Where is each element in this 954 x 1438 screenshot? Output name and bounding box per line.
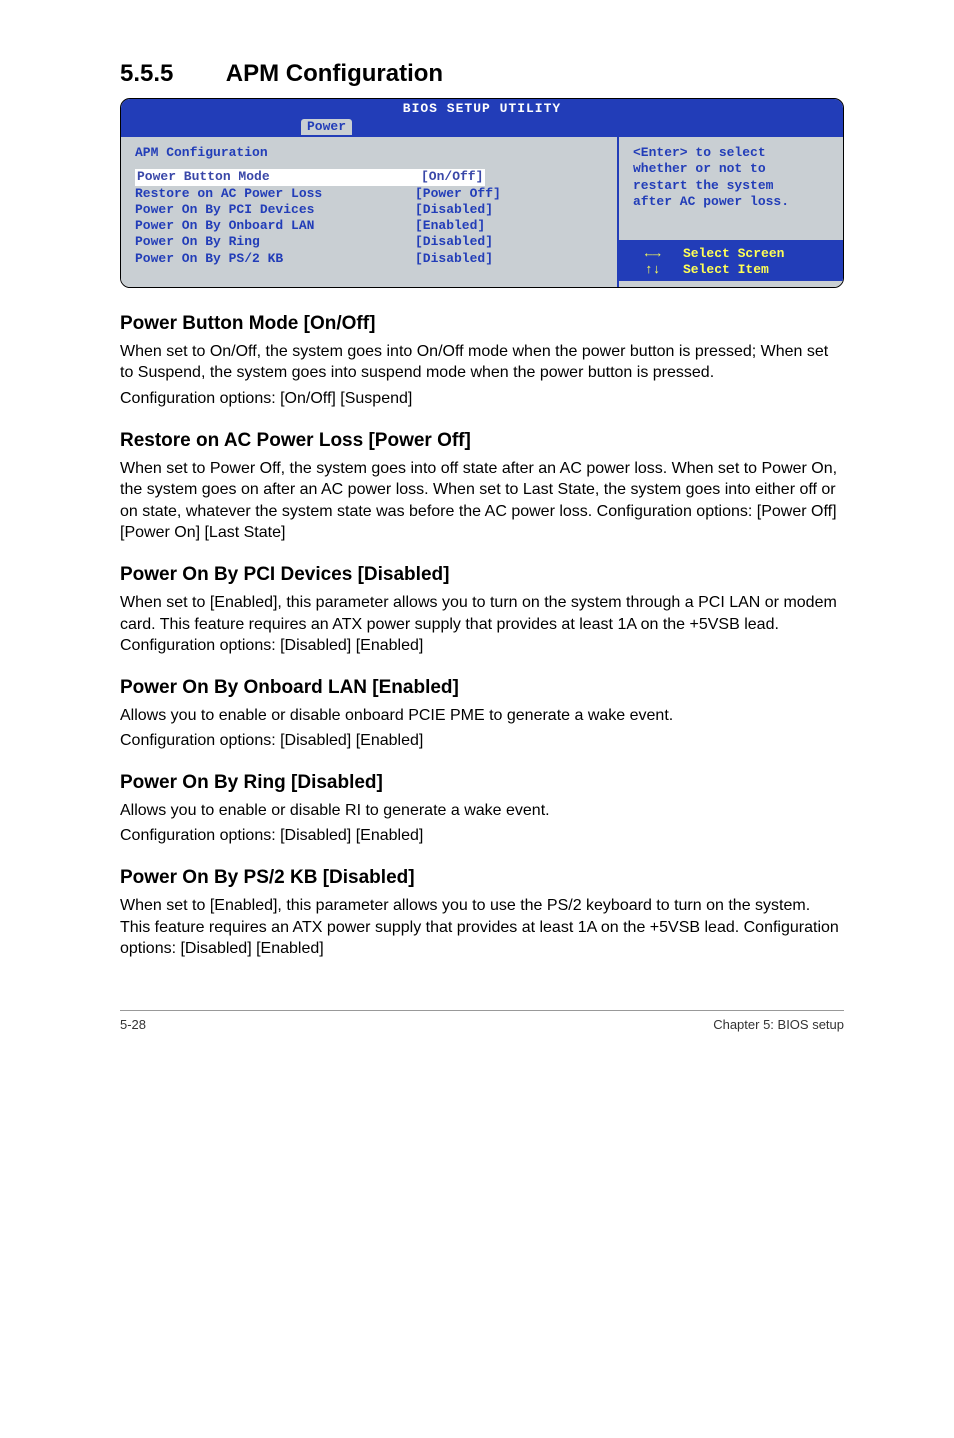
bios-setting-value: [Enabled] — [415, 218, 485, 234]
bios-setting-row: Power On By Onboard LAN[Enabled] — [135, 218, 603, 234]
option-paragraph: Allows you to enable or disable onboard … — [120, 705, 844, 727]
option-paragraph: When set to [Enabled], this parameter al… — [120, 592, 844, 657]
bios-title-bar: BIOS SETUP UTILITY — [121, 99, 843, 119]
bios-setting-label: Power On By PCI Devices — [135, 202, 415, 218]
option-block: Power Button Mode [On/Off] When set to On… — [120, 313, 844, 410]
option-block: Power On By PCI Devices [Disabled] When s… — [120, 564, 844, 657]
option-heading: Power Button Mode [On/Off] — [120, 313, 844, 335]
option-paragraph: Configuration options: [Disabled] [Enabl… — [120, 730, 844, 752]
option-block: Power On By Ring [Disabled] Allows you to… — [120, 772, 844, 847]
bios-active-tab: Power — [301, 119, 352, 135]
page-footer: 5-28 Chapter 5: BIOS setup — [120, 1010, 844, 1032]
bios-setting-label: Power On By Onboard LAN — [135, 218, 415, 234]
bios-setting-label: Power On By PS/2 KB — [135, 251, 415, 267]
option-block: Power On By PS/2 KB [Disabled] When set t… — [120, 867, 844, 960]
option-block: Power On By Onboard LAN [Enabled] Allows … — [120, 677, 844, 752]
option-heading: Power On By Ring [Disabled] — [120, 772, 844, 794]
bios-setting-value: [On/Off] — [419, 169, 485, 185]
arrow-up-down-icon: ↑↓ — [627, 262, 683, 278]
option-paragraph: When set to Power Off, the system goes i… — [120, 458, 844, 544]
bios-help-panel: <Enter> to select whether or not to rest… — [617, 137, 843, 287]
option-paragraph: When set to [Enabled], this parameter al… — [120, 895, 844, 960]
bios-screenshot: BIOS SETUP UTILITY Power APM Configurati… — [120, 98, 844, 288]
section-title: APM Configuration — [226, 60, 443, 87]
bios-key-legend: ←→ Select Screen ↑↓ Select Item — [619, 240, 843, 281]
page-number: 5-28 — [120, 1017, 146, 1032]
bios-help-line: whether or not to — [633, 161, 833, 177]
key-label: Select Screen — [683, 246, 784, 262]
option-heading: Power On By PCI Devices [Disabled] — [120, 564, 844, 586]
bios-setting-row: Power Button Mode[On/Off] — [135, 169, 603, 185]
chapter-title: Chapter 5: BIOS setup — [713, 1017, 844, 1032]
bios-setting-row: Power On By PS/2 KB[Disabled] — [135, 251, 603, 267]
bios-panel-title: APM Configuration — [135, 145, 603, 161]
bios-help-line: restart the system — [633, 178, 833, 194]
option-heading: Power On By PS/2 KB [Disabled] — [120, 867, 844, 889]
bios-help-line: <Enter> to select — [633, 145, 833, 161]
option-heading: Power On By Onboard LAN [Enabled] — [120, 677, 844, 699]
option-paragraph: When set to On/Off, the system goes into… — [120, 341, 844, 384]
bios-tab-row: Power — [121, 119, 843, 137]
section-heading: 5.5.5 APM Configuration — [120, 60, 844, 88]
bios-setting-row: Power On By Ring[Disabled] — [135, 234, 603, 250]
bios-settings-panel: APM Configuration Power Button Mode[On/O… — [121, 137, 617, 287]
bios-setting-row: Restore on AC Power Loss[Power Off] — [135, 186, 603, 202]
option-paragraph: Configuration options: [On/Off] [Suspend… — [120, 388, 844, 410]
option-block: Restore on AC Power Loss [Power Off] When… — [120, 430, 844, 544]
option-paragraph: Allows you to enable or disable RI to ge… — [120, 800, 844, 822]
bios-setting-label: Restore on AC Power Loss — [135, 186, 415, 202]
bios-help-line: after AC power loss. — [633, 194, 833, 210]
bios-setting-value: [Disabled] — [415, 202, 493, 218]
arrow-left-right-icon: ←→ — [627, 246, 683, 262]
bios-setting-value: [Power Off] — [415, 186, 501, 202]
option-heading: Restore on AC Power Loss [Power Off] — [120, 430, 844, 452]
bios-setting-label: Power On By Ring — [135, 234, 415, 250]
bios-setting-value: [Disabled] — [415, 234, 493, 250]
bios-setting-row: Power On By PCI Devices[Disabled] — [135, 202, 603, 218]
bios-setting-value: [Disabled] — [415, 251, 493, 267]
option-paragraph: Configuration options: [Disabled] [Enabl… — [120, 825, 844, 847]
key-label: Select Item — [683, 262, 769, 278]
bios-setting-label: Power Button Mode — [135, 169, 419, 185]
section-number: 5.5.5 — [120, 60, 220, 88]
